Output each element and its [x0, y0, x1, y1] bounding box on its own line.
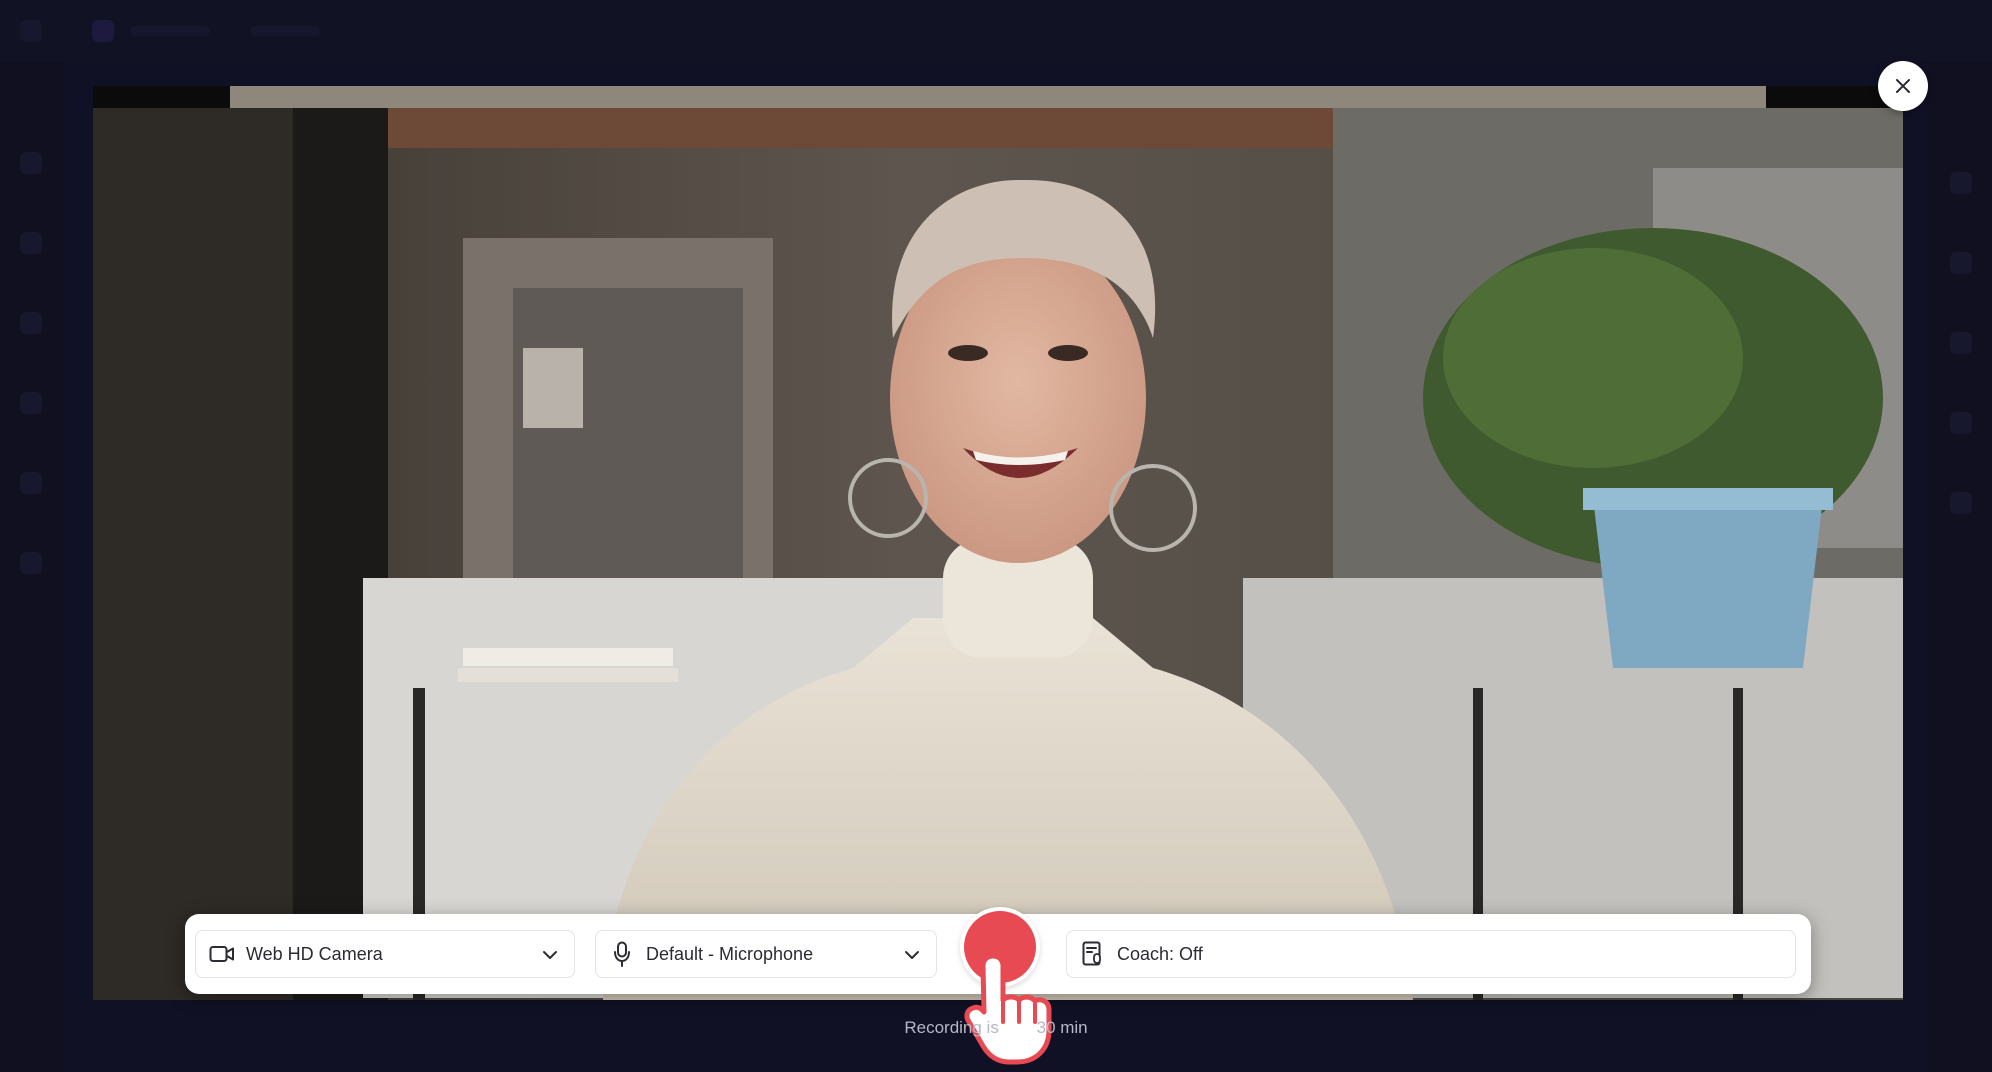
camera-select[interactable]: Web HD Camera: [195, 930, 575, 978]
speaker-coach-label: Coach: Off: [1117, 943, 1203, 964]
hand-pointer-icon: [964, 953, 1052, 1065]
recording-limit-hint: Recording is 30 min: [904, 1018, 1088, 1037]
microphone-select-label: Default - Microphone: [646, 943, 814, 964]
microphone-icon: [608, 940, 636, 968]
camera-select-label: Web HD Camera: [246, 943, 383, 964]
chevron-down-icon: [900, 943, 924, 967]
speaker-coach-toggle[interactable]: Coach: Off: [1066, 930, 1796, 978]
chevron-down-icon: [538, 943, 562, 967]
speaker-coach-icon: [1079, 940, 1107, 968]
video-camera-icon: [208, 940, 236, 968]
preview-top-strip: [230, 86, 1766, 108]
microphone-select[interactable]: Default - Microphone: [595, 930, 937, 978]
webcam-preview: [93, 86, 1903, 1000]
webcam-video-frame: [93, 108, 1903, 1000]
close-icon: [1896, 79, 1910, 93]
close-button[interactable]: [1878, 61, 1928, 111]
